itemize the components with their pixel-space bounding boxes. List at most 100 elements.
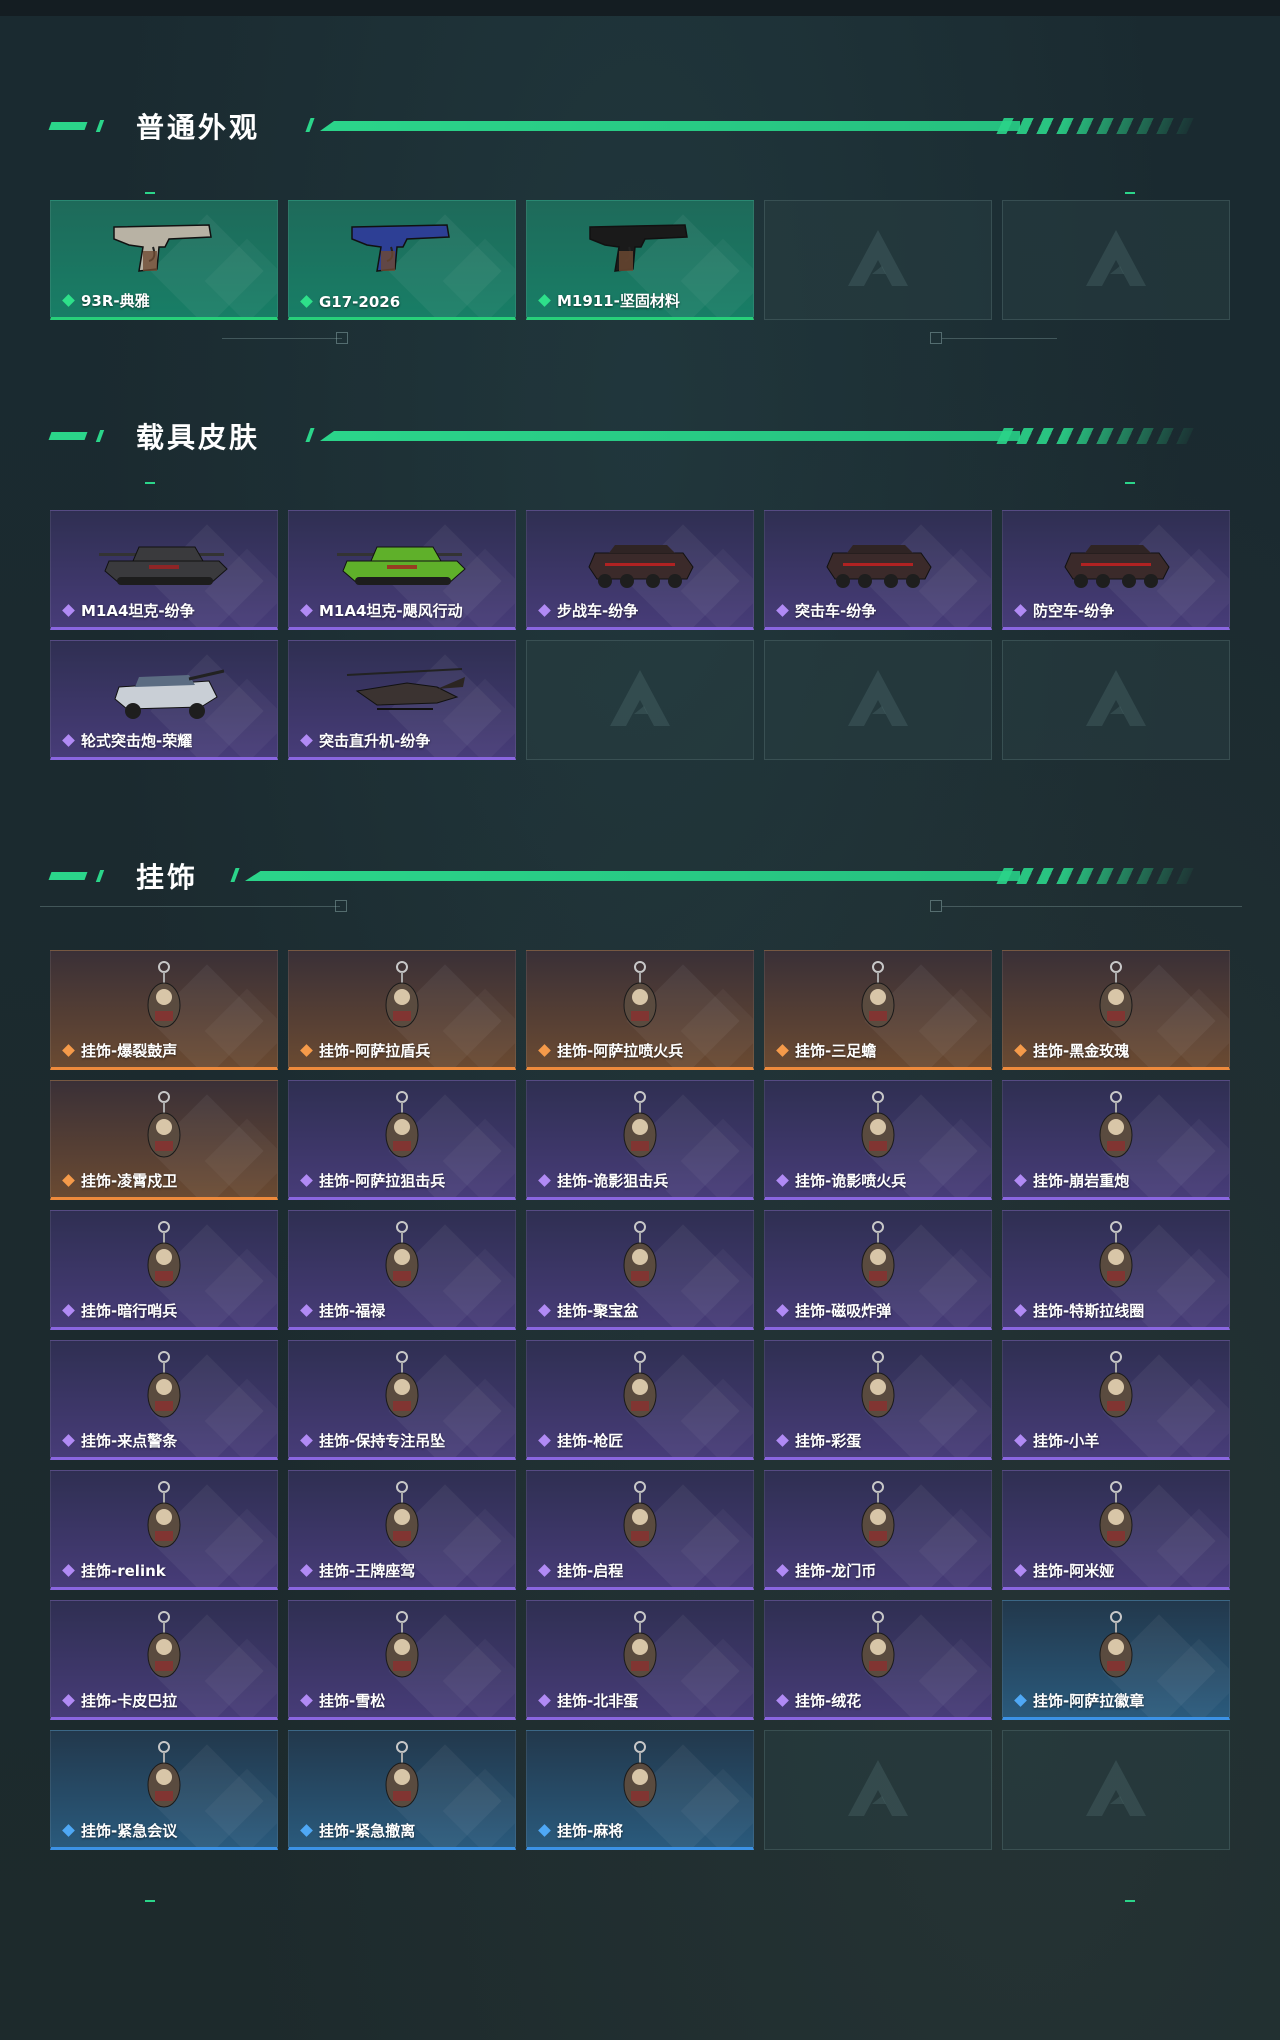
- item-card[interactable]: 挂饰-王牌座驾: [288, 1470, 516, 1590]
- item-card[interactable]: 突击直升机-纷争: [288, 640, 516, 760]
- item-label: 突击直升机-纷争: [299, 730, 430, 751]
- item-card[interactable]: 挂饰-福禄: [288, 1210, 516, 1330]
- item-card[interactable]: 挂饰-卡皮巴拉: [50, 1600, 278, 1720]
- item-card[interactable]: 挂饰-阿萨拉盾兵: [288, 950, 516, 1070]
- item-card[interactable]: 挂饰-磁吸炸弹: [764, 1210, 992, 1330]
- item-label: 挂饰-紧急撤离: [299, 1820, 415, 1841]
- rarity-diamond-icon: [537, 1043, 553, 1059]
- item-card[interactable]: 挂饰-阿萨拉喷火兵: [526, 950, 754, 1070]
- rarity-diamond-icon: [61, 1823, 77, 1839]
- item-card[interactable]: 挂饰-三足蟾: [764, 950, 992, 1070]
- rarity-diamond-icon: [1013, 1303, 1029, 1319]
- charm-icon: [99, 1607, 229, 1689]
- item-name: 挂饰-保持专注吊坠: [319, 1432, 446, 1450]
- item-card[interactable]: 挂饰-紧急会议: [50, 1730, 278, 1850]
- item-card[interactable]: G17-2026: [288, 200, 516, 320]
- item-label: 93R-典雅: [61, 290, 150, 311]
- rarity-diamond-icon: [775, 1303, 791, 1319]
- rarity-diamond-icon: [1013, 1173, 1029, 1189]
- item-card[interactable]: 挂饰-彩蛋: [764, 1340, 992, 1460]
- item-card[interactable]: M1911-坚固材料: [526, 200, 754, 320]
- item-name: 挂饰-暗行哨兵: [81, 1302, 178, 1320]
- item-label: 挂饰-枪匠: [537, 1430, 623, 1451]
- rarity-diamond-icon: [61, 603, 77, 619]
- item-card[interactable]: 防空车-纷争: [1002, 510, 1230, 630]
- item-label: 挂饰-阿萨拉狙击兵: [299, 1170, 445, 1191]
- rarity-diamond-icon: [537, 603, 553, 619]
- item-card[interactable]: 挂饰-龙门币: [764, 1470, 992, 1590]
- item-card[interactable]: 挂饰-小羊: [1002, 1340, 1230, 1460]
- rarity-diamond-icon: [299, 1563, 315, 1579]
- charm-icon: [99, 1477, 229, 1559]
- item-label: 挂饰-来点警条: [61, 1430, 177, 1451]
- item-label: 挂饰-诡影喷火兵: [775, 1170, 906, 1191]
- antiair-vehicle-icon: [1051, 517, 1181, 599]
- header-bar: [230, 868, 1204, 884]
- item-card[interactable]: 挂饰-麻将: [526, 1730, 754, 1850]
- item-label: 挂饰-雪松: [299, 1690, 385, 1711]
- item-card[interactable]: 挂饰-保持专注吊坠: [288, 1340, 516, 1460]
- item-label: 挂饰-阿米娅: [1013, 1560, 1114, 1581]
- header-dash: [95, 870, 105, 882]
- item-card[interactable]: M1A4坦克-飓风行动: [288, 510, 516, 630]
- section-header: 载具皮肤: [0, 408, 1280, 468]
- item-card[interactable]: 挂饰-凌霄戍卫: [50, 1080, 278, 1200]
- item-name: 挂饰-诡影狙击兵: [557, 1172, 669, 1190]
- item-card[interactable]: M1A4坦克-纷争: [50, 510, 278, 630]
- item-label: 挂饰-北非蛋: [537, 1690, 638, 1711]
- section-title: 挂饰: [136, 861, 199, 894]
- charm-icon: [1051, 1347, 1181, 1429]
- item-card[interactable]: 挂饰-来点警条: [50, 1340, 278, 1460]
- item-card[interactable]: 步战车-纷争: [526, 510, 754, 630]
- item-label: 挂饰-小羊: [1013, 1430, 1099, 1451]
- item-label: 挂饰-福禄: [299, 1300, 385, 1321]
- item-card[interactable]: 挂饰-阿米娅: [1002, 1470, 1230, 1590]
- empty-slot-logo: [1080, 1754, 1152, 1826]
- empty-slot-logo: [1080, 664, 1152, 736]
- item-card[interactable]: 挂饰-启程: [526, 1470, 754, 1590]
- item-label: 挂饰-紧急会议: [61, 1820, 177, 1841]
- item-card[interactable]: 挂饰-崩岩重炮: [1002, 1080, 1230, 1200]
- section-header: 普通外观: [0, 98, 1280, 158]
- rarity-diamond-icon: [299, 733, 315, 749]
- item-label: 挂饰-王牌座驾: [299, 1560, 415, 1581]
- item-label: 挂饰-启程: [537, 1560, 623, 1581]
- charm-icon: [1051, 1607, 1181, 1689]
- empty-slot: [1002, 640, 1230, 760]
- item-name: 挂饰-北非蛋: [557, 1692, 639, 1710]
- item-card[interactable]: 挂饰-诡影喷火兵: [764, 1080, 992, 1200]
- item-card[interactable]: 挂饰-暗行哨兵: [50, 1210, 278, 1330]
- item-card[interactable]: 轮式突击炮-荣耀: [50, 640, 278, 760]
- item-card[interactable]: 挂饰-聚宝盆: [526, 1210, 754, 1330]
- rarity-diamond-icon: [537, 1173, 553, 1189]
- item-name: 挂饰-阿萨拉喷火兵: [557, 1042, 684, 1060]
- charm-icon: [1051, 1477, 1181, 1559]
- item-card[interactable]: 挂饰-特斯拉线圈: [1002, 1210, 1230, 1330]
- assault-vehicle-icon: [813, 517, 943, 599]
- item-card[interactable]: 93R-典雅: [50, 200, 278, 320]
- rarity-diamond-icon: [299, 1823, 315, 1839]
- item-card[interactable]: 挂饰-relink: [50, 1470, 278, 1590]
- charm-icon: [575, 957, 705, 1039]
- rarity-diamond-icon: [775, 1563, 791, 1579]
- item-card[interactable]: 挂饰-绒花: [764, 1600, 992, 1720]
- item-name: 挂饰-王牌座驾: [319, 1562, 416, 1580]
- charm-icon: [337, 1217, 467, 1299]
- charm-icon: [813, 1477, 943, 1559]
- item-name: 挂饰-雪松: [319, 1692, 386, 1710]
- item-name: 挂饰-三足蟾: [795, 1042, 877, 1060]
- item-card[interactable]: 挂饰-爆裂鼓声: [50, 950, 278, 1070]
- item-card[interactable]: 挂饰-北非蛋: [526, 1600, 754, 1720]
- item-card[interactable]: 挂饰-诡影狙击兵: [526, 1080, 754, 1200]
- item-label: 步战车-纷争: [537, 600, 638, 621]
- item-label: 挂饰-龙门币: [775, 1560, 876, 1581]
- item-card[interactable]: 挂饰-阿萨拉徽章: [1002, 1600, 1230, 1720]
- rarity-diamond-icon: [61, 1563, 77, 1579]
- item-card[interactable]: 挂饰-阿萨拉狙击兵: [288, 1080, 516, 1200]
- item-card[interactable]: 挂饰-紧急撤离: [288, 1730, 516, 1850]
- item-card[interactable]: 挂饰-黑金玫瑰: [1002, 950, 1230, 1070]
- item-card[interactable]: 挂饰-枪匠: [526, 1340, 754, 1460]
- item-grid: 挂饰-爆裂鼓声 挂饰-阿萨拉盾兵 挂饰-阿萨拉喷火兵 挂饰-三足蟾 挂饰-黑金玫…: [50, 950, 1230, 1850]
- item-card[interactable]: 突击车-纷争: [764, 510, 992, 630]
- item-card[interactable]: 挂饰-雪松: [288, 1600, 516, 1720]
